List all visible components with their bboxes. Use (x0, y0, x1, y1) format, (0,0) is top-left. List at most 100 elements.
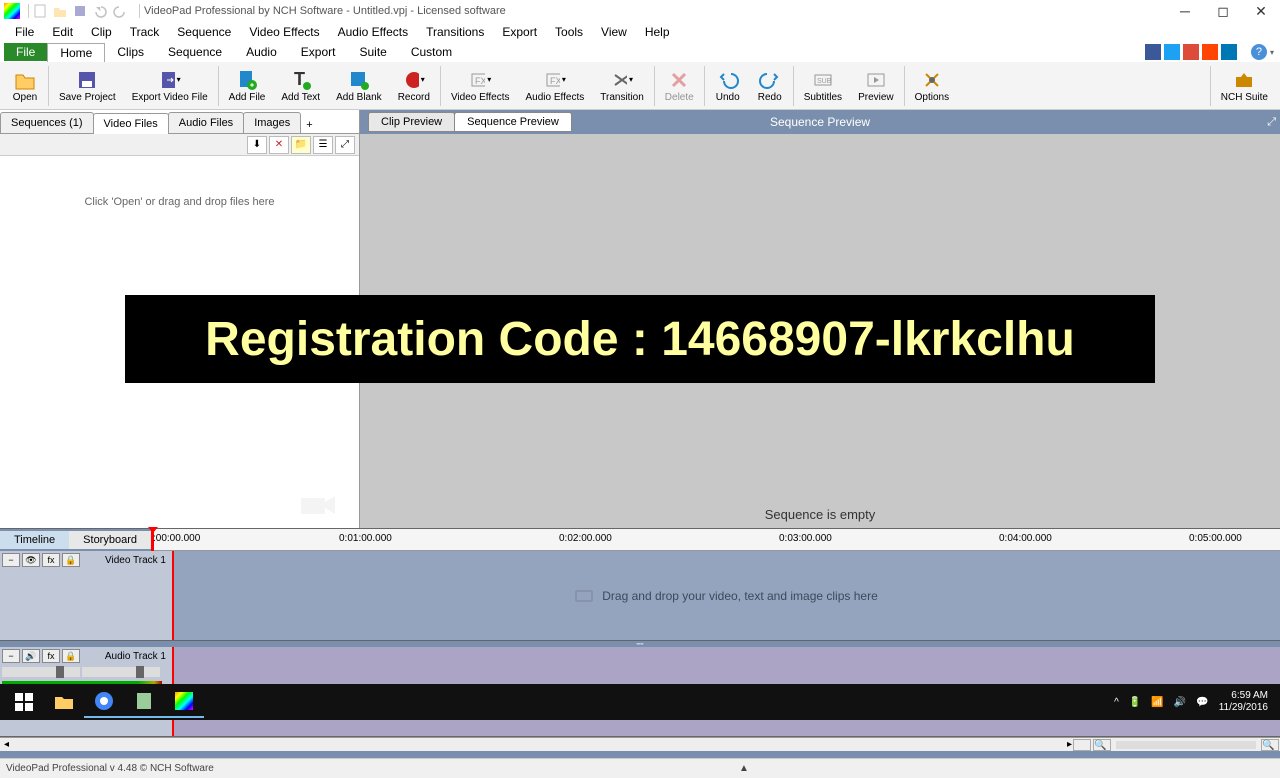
record-button[interactable]: Record (390, 64, 438, 108)
tab-timeline[interactable]: Timeline (0, 531, 69, 549)
menu-file[interactable]: File (6, 23, 43, 41)
ruler-tick: :00:00.000 (153, 533, 200, 544)
tab-sequences[interactable]: Sequences (1) (0, 112, 94, 133)
new-icon[interactable] (33, 4, 47, 18)
nch-suite-button[interactable]: NCH Suite (1213, 64, 1276, 108)
zoom-in-button[interactable]: 🔍 (1261, 739, 1279, 751)
track-lock-button[interactable]: 🔒 (62, 649, 80, 663)
tray-volume-icon[interactable]: 🔊 (1174, 697, 1186, 708)
facebook-icon[interactable] (1145, 44, 1161, 60)
delete-button[interactable]: Delete (657, 64, 702, 108)
add-folder-button[interactable]: 📁 (291, 136, 311, 154)
open-icon[interactable] (53, 4, 67, 18)
svg-text:FX: FX (475, 76, 485, 86)
tab-sequence-preview[interactable]: Sequence Preview (454, 112, 572, 132)
detach-button[interactable]: ⤢ (335, 136, 355, 154)
options-button[interactable]: Options (907, 64, 957, 108)
redo-button[interactable]: Redo (749, 64, 791, 108)
timeline-scrollbar[interactable]: ◂ ▸ 🔍 🔍 (0, 737, 1280, 751)
menu-sequence[interactable]: Sequence (168, 23, 240, 41)
ribbon-tab-suite[interactable]: Suite (347, 43, 398, 61)
zoom-button[interactable]: 🔍 (1093, 739, 1111, 751)
reddit-icon[interactable] (1202, 44, 1218, 60)
maximize-button[interactable]: ◻ (1216, 4, 1230, 18)
pan-slider[interactable] (2, 667, 80, 677)
timeline-ruler[interactable]: :00:00.000 0:01:00.000 0:02:00.000 0:03:… (151, 529, 1280, 551)
menu-clip[interactable]: Clip (82, 23, 121, 41)
tray-wifi-icon[interactable]: 📶 (1151, 697, 1163, 708)
ribbon-tab-file[interactable]: File (4, 43, 47, 61)
taskbar-videopad[interactable] (164, 686, 204, 718)
ribbon-tab-export[interactable]: Export (289, 43, 348, 61)
taskbar-chrome[interactable] (84, 686, 124, 718)
preview-button[interactable]: Preview (850, 64, 902, 108)
taskbar-notepad[interactable] (124, 686, 164, 718)
tab-storyboard[interactable]: Storyboard (69, 531, 151, 549)
menu-edit[interactable]: Edit (43, 23, 82, 41)
ribbon-tab-home[interactable]: Home (47, 43, 105, 62)
add-text-button[interactable]: T Add Text (273, 64, 328, 108)
menu-transitions[interactable]: Transitions (417, 23, 493, 41)
menu-view[interactable]: View (592, 23, 636, 41)
taskbar-explorer[interactable] (44, 686, 84, 718)
add-file-button[interactable]: Add File (221, 64, 274, 108)
list-view-button[interactable]: ☰ (313, 136, 333, 154)
ribbon-tab-audio[interactable]: Audio (234, 43, 289, 61)
save-icon[interactable] (73, 4, 87, 18)
menu-export[interactable]: Export (493, 23, 546, 41)
tray-battery-icon[interactable]: 🔋 (1129, 697, 1141, 708)
add-tab-button[interactable]: + (300, 117, 318, 133)
volume-slider[interactable] (82, 667, 160, 677)
track-collapse-button[interactable]: − (2, 553, 20, 567)
status-arrow-icon[interactable]: ▲ (739, 763, 749, 774)
track-fx-button[interactable]: fx (42, 553, 60, 567)
media-placeholder: Click 'Open' or drag and drop files here (84, 196, 274, 208)
tab-clip-preview[interactable]: Clip Preview (368, 112, 455, 132)
track-lock-button[interactable]: 🔒 (62, 553, 80, 567)
save-project-button[interactable]: Save Project (51, 64, 124, 108)
tab-video-files[interactable]: Video Files (93, 113, 169, 134)
track-fx-button[interactable]: fx (42, 649, 60, 663)
menu-audio-effects[interactable]: Audio Effects (329, 23, 418, 41)
track-mute-button[interactable]: 🔊 (22, 649, 40, 663)
help-icon[interactable]: ? (1251, 44, 1267, 60)
add-blank-button[interactable]: Add Blank (328, 64, 390, 108)
sort-button[interactable]: ⬇ (247, 136, 267, 154)
tab-audio-files[interactable]: Audio Files (168, 112, 244, 133)
redo-icon[interactable] (113, 4, 127, 18)
undo-icon[interactable] (93, 4, 107, 18)
twitter-icon[interactable] (1164, 44, 1180, 60)
ribbon-tab-custom[interactable]: Custom (399, 43, 464, 61)
tray-notifications-icon[interactable]: 💬 (1196, 697, 1208, 708)
close-button[interactable]: ✕ (1254, 4, 1268, 18)
transition-button[interactable]: Transition (592, 64, 652, 108)
redo-icon (759, 69, 781, 91)
video-effects-button[interactable]: FX Video Effects (443, 64, 518, 108)
help-dropdown-icon[interactable]: ▾ (1270, 48, 1274, 57)
googleplus-icon[interactable] (1183, 44, 1199, 60)
open-button[interactable]: Open (4, 64, 46, 108)
menu-tools[interactable]: Tools (546, 23, 592, 41)
zoom-slider[interactable] (1116, 741, 1256, 749)
preview-detach-icon[interactable]: ⤢ (1267, 116, 1276, 129)
ribbon-tab-sequence[interactable]: Sequence (156, 43, 234, 61)
video-track[interactable]: − 👁 fx 🔒 Video Track 1 Drag and drop you… (0, 551, 1280, 641)
remove-button[interactable]: ✕ (269, 136, 289, 154)
subtitles-button[interactable]: SUB Subtitles (796, 64, 850, 108)
audio-effects-button[interactable]: FX Audio Effects (518, 64, 593, 108)
tab-images[interactable]: Images (243, 112, 301, 133)
minimize-button[interactable]: ─ (1178, 4, 1192, 18)
fit-button[interactable] (1073, 739, 1091, 751)
undo-button[interactable]: Undo (707, 64, 749, 108)
system-clock[interactable]: 6:59 AM 11/29/2016 (1219, 690, 1268, 714)
tray-expand-icon[interactable]: ^ (1114, 697, 1119, 708)
linkedin-icon[interactable] (1221, 44, 1237, 60)
menu-video-effects[interactable]: Video Effects (240, 23, 328, 41)
menu-track[interactable]: Track (121, 23, 169, 41)
start-button[interactable] (4, 686, 44, 718)
track-visible-button[interactable]: 👁 (22, 553, 40, 567)
menu-help[interactable]: Help (636, 23, 679, 41)
ribbon-tab-clips[interactable]: Clips (105, 43, 156, 61)
export-video-button[interactable]: Export Video File (124, 64, 216, 108)
track-collapse-button[interactable]: − (2, 649, 20, 663)
